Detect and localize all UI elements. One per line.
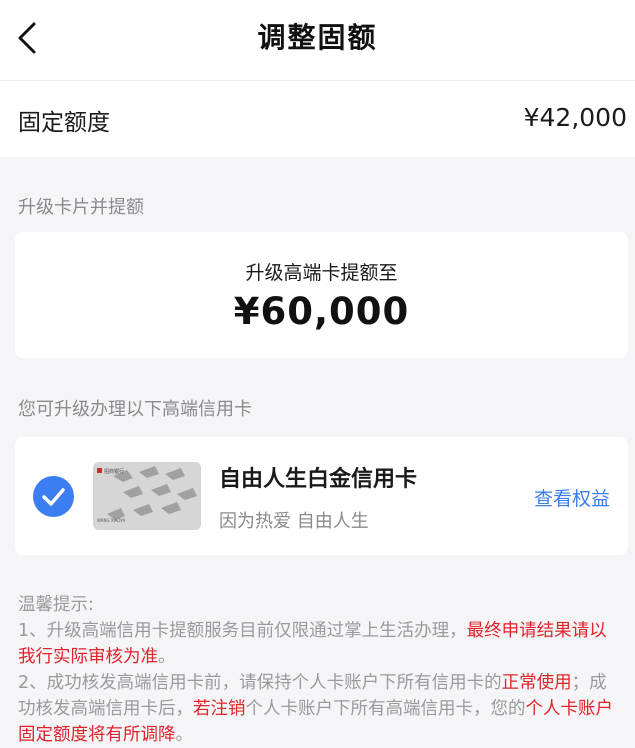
selected-check-icon[interactable] xyxy=(33,476,74,517)
fixed-quota-row: 固定额度 ¥42,000 xyxy=(0,80,635,157)
nav-bar: 调整固额 xyxy=(0,0,635,80)
upgrade-card-subtitle: 升级高端卡提额至 xyxy=(245,262,398,284)
tips-highlight: 若注销 xyxy=(193,699,246,719)
svg-text:WANG XIAOYA: WANG XIAOYA xyxy=(97,518,125,523)
svg-text:招商银行: 招商银行 xyxy=(104,468,124,475)
tips-item-1: 1、升级高端信用卡提额服务目前仅限通过掌上生活办理，最终申请结果请以我行实际审核… xyxy=(18,621,607,667)
tips-title: 温馨提示: xyxy=(18,595,94,615)
upgrade-quota-card: 升级高端卡提额至 ¥60,000 xyxy=(15,232,628,358)
tips-item-2: 2、成功核发高端信用卡前，请保持个人卡账户下所有信用卡的正常使用；成功核发高端信… xyxy=(18,673,613,745)
tips-highlight: 正常使用 xyxy=(501,673,572,693)
upgrade-card-amount: ¥60,000 xyxy=(233,290,410,333)
tips-block: 温馨提示: 1、升级高端信用卡提额服务目前仅限通过掌上生活办理，最终申请结果请以… xyxy=(18,592,623,748)
upgrade-section-label: 升级卡片并提额 xyxy=(18,197,144,218)
page-title: 调整固额 xyxy=(257,21,378,54)
card-slogan: 因为热爱 自由人生 xyxy=(219,511,369,532)
fixed-quota-value: ¥42,000 xyxy=(523,103,627,132)
cards-section-label: 您可升级办理以下高端信用卡 xyxy=(18,399,252,420)
view-benefits-link[interactable]: 查看权益 xyxy=(534,484,610,511)
fixed-quota-label: 固定额度 xyxy=(18,110,110,136)
card-image: 招商银行 WANG XIAOYA xyxy=(93,462,201,530)
credit-card-option[interactable]: 招商银行 WANG XIAOYA 自由人生白金信用卡 因为热爱 自由人生 查看权… xyxy=(15,437,628,555)
card-name: 自由人生白金信用卡 xyxy=(219,467,418,492)
